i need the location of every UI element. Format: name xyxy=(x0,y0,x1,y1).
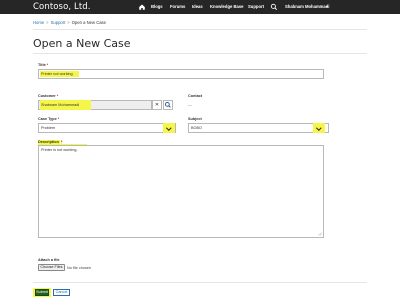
subject-select[interactable]: BOBO xyxy=(188,123,329,133)
breadcrumb-separator: > xyxy=(46,20,49,25)
breadcrumb-support[interactable]: Support xyxy=(51,20,66,25)
description-value: Printer is not working. xyxy=(41,148,78,152)
contact-value: --- xyxy=(188,103,192,107)
nav-link-forums[interactable]: Forums xyxy=(170,4,185,9)
search-icon[interactable] xyxy=(270,3,278,11)
customer-label: Customer* xyxy=(38,94,59,98)
brand-logo-text[interactable]: Contoso, Ltd. xyxy=(33,2,91,12)
customer-input[interactable]: Shabnam Mohammadi xyxy=(38,100,152,110)
attach-file-label: Attach a file xyxy=(38,258,60,262)
customer-input-value: Shabnam Mohammadi xyxy=(41,103,80,107)
required-marker: * xyxy=(46,63,49,67)
required-marker: * xyxy=(57,117,60,121)
home-icon[interactable] xyxy=(138,3,146,11)
nav-link-knowledge-base[interactable]: Knowledge Base xyxy=(210,4,244,9)
breadcrumb-home[interactable]: Home xyxy=(33,20,44,25)
choose-files-button[interactable]: Choose Files xyxy=(38,264,65,271)
lookup-customer-button[interactable] xyxy=(163,100,173,110)
case-type-label: Case Type* xyxy=(38,117,60,121)
subject-label: Subject xyxy=(188,117,202,121)
close-icon: ✕ xyxy=(154,102,160,108)
caret-down-icon[interactable] xyxy=(326,6,328,7)
submit-button[interactable]: Submit xyxy=(35,289,49,296)
file-status-text: No file chosen xyxy=(67,265,92,270)
required-marker: * xyxy=(56,94,59,98)
nav-link-support[interactable]: Support xyxy=(248,4,264,9)
user-menu[interactable]: Shabnam Mohammadi xyxy=(285,4,329,9)
nav-link-ideas[interactable]: Ideas xyxy=(192,4,203,9)
contact-label: Contact xyxy=(188,94,203,98)
description-textarea[interactable]: Printer is not working. xyxy=(38,145,324,238)
breadcrumb-separator: > xyxy=(67,20,70,25)
search-icon xyxy=(164,101,171,108)
subject-value: BOBO xyxy=(191,126,202,130)
clear-customer-button[interactable]: ✕ xyxy=(152,100,162,110)
breadcrumb: Home > Support > Open a New Case xyxy=(33,20,106,25)
cancel-button[interactable]: Cancel xyxy=(53,289,70,296)
case-type-select[interactable]: Problem xyxy=(38,123,176,133)
top-navbar: Contoso, Ltd. Blogs Forums Ideas Knowled… xyxy=(0,0,400,14)
breadcrumb-current: Open a New Case xyxy=(71,20,106,25)
title-label: Title* xyxy=(38,63,49,67)
divider xyxy=(33,282,367,283)
nav-link-blogs[interactable]: Blogs xyxy=(151,4,163,9)
title-input-value: Printer not working xyxy=(41,72,73,76)
case-type-value: Problem xyxy=(41,126,56,130)
divider xyxy=(33,29,367,30)
page-title: Open a New Case xyxy=(33,37,131,50)
divider xyxy=(33,53,367,54)
title-input[interactable]: Printer not working xyxy=(38,69,324,79)
submit-highlight: Submit xyxy=(33,288,51,297)
resize-grip-icon[interactable] xyxy=(318,232,322,236)
